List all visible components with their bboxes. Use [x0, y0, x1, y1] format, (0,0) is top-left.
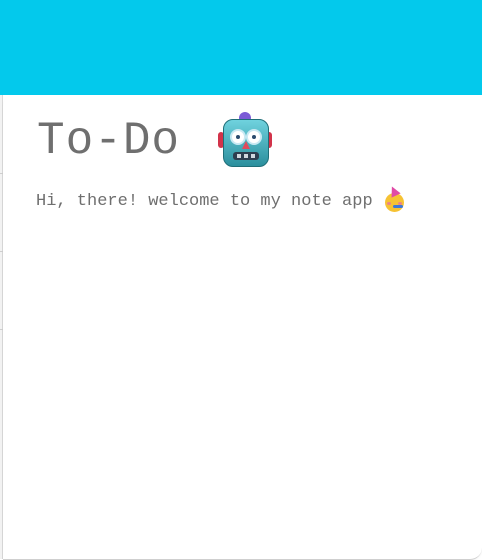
page-title: To-Do: [37, 115, 181, 167]
main-card: To-Do Hi, there! welcome to my note app: [3, 95, 482, 560]
greeting-text: Hi, there! welcome to my note app: [36, 191, 373, 211]
header-bar: [0, 0, 482, 95]
title-row: To-Do: [37, 109, 273, 173]
robot-icon: [218, 112, 273, 170]
party-face-icon: [383, 184, 405, 212]
greeting-row: Hi, there! welcome to my note app: [36, 184, 405, 212]
